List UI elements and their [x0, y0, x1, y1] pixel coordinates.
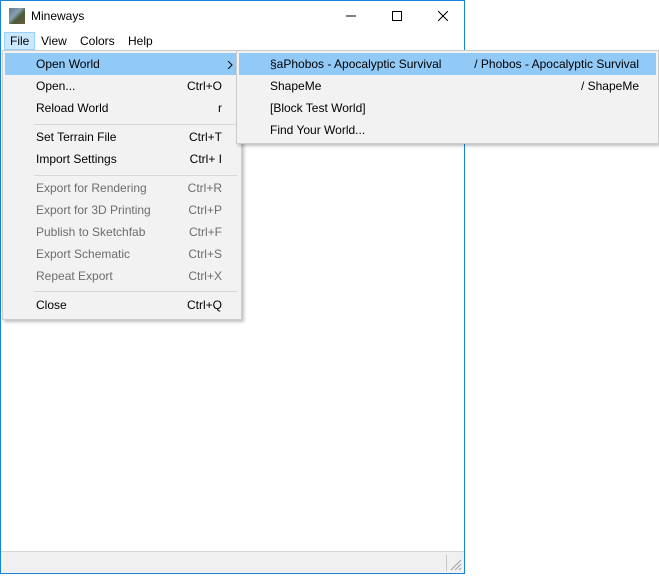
world-name: Find Your World... — [270, 123, 366, 137]
menu-colors[interactable]: Colors — [74, 32, 121, 50]
menu-bar: File View Colors Help — [1, 31, 464, 51]
menu-item-import-settings[interactable]: Import Settings Ctrl+ I — [5, 148, 239, 170]
menu-item-label: Export Schematic — [36, 247, 131, 261]
menu-item-label: Export for 3D Printing — [36, 203, 151, 217]
menu-item-label: Export for Rendering — [36, 181, 147, 195]
file-menu: Open World Open... Ctrl+O Reload World r… — [2, 50, 242, 320]
world-name: §aPhobos - Apocalyptic Survival — [270, 57, 442, 71]
menu-item-close[interactable]: Close Ctrl+Q — [5, 294, 239, 316]
world-name: ShapeMe — [270, 79, 322, 93]
menu-item-label: Publish to Sketchfab — [36, 225, 146, 239]
chevron-right-icon — [227, 53, 233, 75]
mineways-app-icon — [9, 8, 25, 24]
menu-item-open-world[interactable]: Open World — [5, 53, 239, 75]
menu-item-label: Close — [36, 298, 67, 312]
status-segment — [1, 555, 447, 571]
maximize-icon — [392, 11, 402, 21]
title-bar[interactable]: Mineways — [1, 1, 464, 31]
menu-item-publish-to-sketchfab[interactable]: Publish to Sketchfab Ctrl+F — [5, 221, 239, 243]
menu-item-export-for-3d-printing[interactable]: Export for 3D Printing Ctrl+P — [5, 199, 239, 221]
menu-view[interactable]: View — [35, 32, 73, 50]
menu-item-shortcut: r — [218, 101, 222, 115]
maximize-button[interactable] — [374, 1, 420, 31]
menu-item-reload-world[interactable]: Reload World r — [5, 97, 239, 119]
close-icon — [438, 11, 448, 21]
submenu-item-find-your-world[interactable]: Find Your World... — [239, 119, 656, 141]
world-folder: / Phobos - Apocalyptic Survival — [474, 57, 639, 71]
close-window-button[interactable] — [420, 1, 466, 31]
menu-item-label: Open World — [36, 57, 100, 71]
menu-item-export-schematic[interactable]: Export Schematic Ctrl+S — [5, 243, 239, 265]
menu-separator — [34, 175, 237, 176]
menu-separator — [34, 291, 237, 292]
submenu-item-block-test-world[interactable]: [Block Test World] — [239, 97, 656, 119]
resize-grip-icon[interactable] — [450, 559, 462, 571]
menu-item-open[interactable]: Open... Ctrl+O — [5, 75, 239, 97]
menu-item-shortcut: Ctrl+F — [189, 225, 222, 239]
menu-item-repeat-export[interactable]: Repeat Export Ctrl+X — [5, 265, 239, 287]
menu-file[interactable]: File — [4, 32, 36, 50]
menu-item-shortcut: Ctrl+T — [189, 130, 222, 144]
menu-item-label: Import Settings — [36, 152, 117, 166]
menu-item-label: Repeat Export — [36, 269, 113, 283]
menu-item-shortcut: Ctrl+S — [188, 247, 222, 261]
menu-help[interactable]: Help — [122, 32, 159, 50]
menu-item-shortcut: Ctrl+ I — [189, 152, 222, 166]
status-bar — [1, 551, 464, 573]
window-title: Mineways — [31, 9, 85, 23]
world-folder: / ShapeMe — [580, 79, 639, 93]
menu-item-shortcut: Ctrl+O — [186, 79, 222, 93]
menu-item-set-terrain-file[interactable]: Set Terrain File Ctrl+T — [5, 126, 239, 148]
menu-item-label: Reload World — [36, 101, 109, 115]
open-world-submenu: §aPhobos - Apocalyptic Survival / Phobos… — [236, 50, 659, 144]
minimize-button[interactable] — [328, 1, 374, 31]
menu-separator — [34, 124, 237, 125]
menu-item-label: Set Terrain File — [36, 130, 117, 144]
menu-item-shortcut: Ctrl+R — [187, 181, 222, 195]
submenu-item-world[interactable]: §aPhobos - Apocalyptic Survival / Phobos… — [239, 53, 656, 75]
menu-item-shortcut: Ctrl+Q — [186, 298, 222, 312]
world-name: [Block Test World] — [270, 101, 366, 115]
menu-item-shortcut: Ctrl+P — [188, 203, 222, 217]
menu-item-export-for-rendering[interactable]: Export for Rendering Ctrl+R — [5, 177, 239, 199]
menu-item-shortcut: Ctrl+X — [188, 269, 222, 283]
minimize-icon — [346, 15, 356, 17]
submenu-item-world[interactable]: ShapeMe / ShapeMe — [239, 75, 656, 97]
menu-item-label: Open... — [36, 79, 76, 93]
